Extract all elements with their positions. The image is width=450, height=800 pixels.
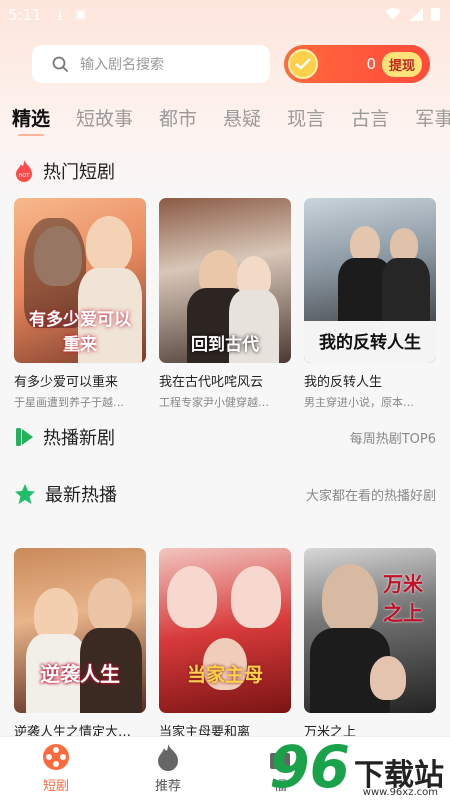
film-reel-icon [43,744,69,770]
nav-short-drama[interactable]: 短剧 [0,737,112,800]
drama-poster: 回到古代 [159,198,291,363]
tab-ancient-romance[interactable]: 古言 [351,104,389,136]
signal-icon [409,7,423,21]
section-latest-more[interactable]: 大家都在看的热播好剧 [306,485,436,504]
drama-name: 我的反转人生 [304,375,383,390]
poster-title: 当家主母 [186,664,263,686]
tab-urban[interactable]: 都市 [159,104,197,136]
drama-name: 我在古代叱咤风云 [159,375,264,390]
flame-icon [158,744,178,771]
section-new-more[interactable]: 每周热剧TOP6 [350,428,436,447]
status-bar: 5:11 ⭳ ▣ [0,0,450,30]
latest-dramas-row: 逆袭人生 逆袭人生之情定大… 当家主母 当家主母要和离 万米之上 万米之上 [14,548,436,740]
poster-title: 我的反转人生 [319,333,421,353]
tab-mystery[interactable]: 悬疑 [223,104,261,136]
drama-poster: 我的反转人生 [304,198,436,363]
drama-card[interactable]: 我的反转人生 我的反转人生 男主穿进小说，原本… [304,198,436,410]
tab-military[interactable]: 军事 [415,104,450,136]
poster-title: 万米之上 [383,572,423,625]
coin-count: 0 [366,55,376,73]
drama-poster: 逆袭人生 [14,548,146,713]
poster-title: 回到古代 [191,335,259,355]
nav-label: 推荐 [154,779,181,794]
drama-name: 有多少爱可以重来 [14,375,119,390]
star-icon [15,484,35,504]
wifi-icon [385,7,401,20]
hot-badge-text: HOT [19,173,31,179]
section-latest-header: 最新热播 大家都在看的热播好剧 [14,481,436,507]
drama-poster: 万米之上 [304,548,436,713]
tab-modern-romance[interactable]: 现言 [287,104,325,136]
section-hot-header: HOT 热门短剧 [14,158,436,184]
section-hot-title: 热门短剧 [43,162,115,183]
status-time: 5:11 [8,6,42,24]
section-new-header: 热播新剧 每周热剧TOP6 [14,424,436,450]
watermark-number: 96 [269,733,350,800]
drama-card[interactable]: 有多少爱可以重来 有多少爱可以重来 于星画遭到养子于越… [14,198,146,410]
withdraw-button[interactable]: 提现 [381,51,422,77]
drama-poster: 有多少爱可以重来 [14,198,146,363]
tab-short-story[interactable]: 短故事 [76,104,133,136]
coin-balance[interactable]: 0 提现 [284,45,430,83]
section-latest-title: 最新热播 [45,485,117,506]
download-icon: ⭳ [58,9,63,24]
drama-card[interactable]: 回到古代 我在古代叱咤风云 工程专家尹小健穿越… [159,198,291,410]
drama-card[interactable]: 逆袭人生 逆袭人生之情定大… [14,548,146,740]
notification-icon: ▣ [74,7,87,22]
drama-card[interactable]: 万米之上 万米之上 [304,548,436,740]
search-icon [52,56,68,72]
drama-desc: 工程专家尹小健穿越… [159,396,269,409]
category-tabs: 精选 短故事 都市 悬疑 现言 古言 军事 [12,104,450,136]
nav-recommend[interactable]: 推荐 [112,737,224,800]
drama-desc: 男主穿进小说，原本… [304,396,414,409]
battery-icon [431,8,440,21]
poster-title: 有多少爱可以重来 [29,310,131,355]
nav-label: 短剧 [42,779,69,794]
drama-desc: 于星画遭到养子于越… [14,396,124,409]
hot-fire-icon: HOT [16,160,32,182]
coin-icon [288,49,318,79]
drama-poster: 当家主母 [159,548,291,713]
drama-card[interactable]: 当家主母 当家主母要和离 [159,548,291,740]
search-placeholder: 输入剧名搜索 [80,57,164,73]
search-input[interactable]: 输入剧名搜索 [32,45,270,83]
hot-dramas-row: 有多少爱可以重来 有多少爱可以重来 于星画遭到养子于越… 回到古代 我在古代叱咤… [14,198,436,410]
play-badge-icon [16,428,33,446]
section-new-title: 热播新剧 [43,428,115,449]
tab-featured[interactable]: 精选 [12,104,50,136]
watermark-url: www.96xz.com [362,787,438,798]
poster-title: 逆袭人生 [40,662,120,686]
